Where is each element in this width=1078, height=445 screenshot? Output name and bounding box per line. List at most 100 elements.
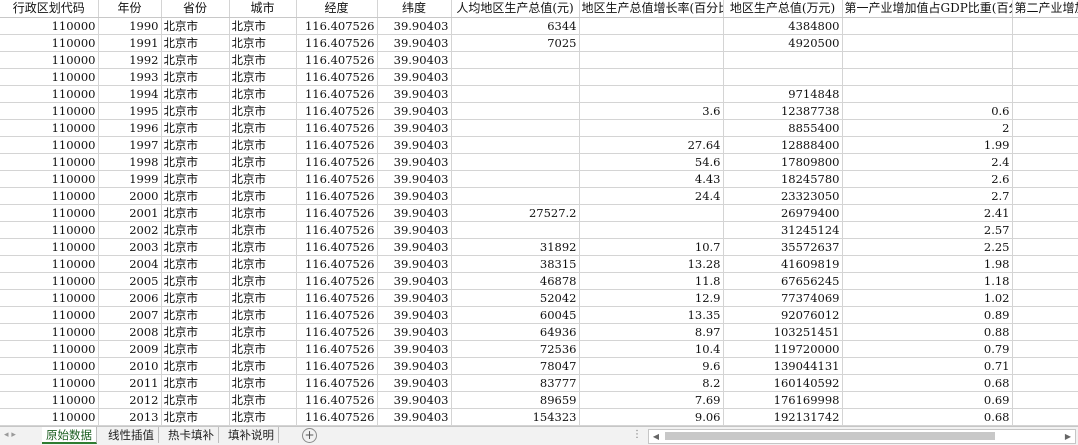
table-cell[interactable]: 北京市 — [161, 374, 230, 392]
table-cell[interactable]: 北京市 — [229, 306, 297, 324]
sheet-nav-arrows-icon[interactable]: ◂ ▸ — [4, 430, 32, 440]
table-cell[interactable]: 110000 — [0, 119, 99, 137]
table-cell[interactable]: 3.6 — [579, 102, 724, 120]
table-cell[interactable]: 0.68 — [842, 408, 1013, 426]
table-cell[interactable]: 39.90403 — [377, 238, 452, 256]
table-cell[interactable] — [451, 102, 580, 120]
table-cell[interactable]: 6344 — [451, 17, 580, 35]
table-cell[interactable]: 39.90403 — [377, 357, 452, 375]
table-cell[interactable]: 116.407526 — [296, 289, 378, 307]
table-cell[interactable]: 110000 — [0, 51, 99, 69]
table-cell[interactable] — [451, 136, 580, 154]
table-cell[interactable]: 北京市 — [229, 272, 297, 290]
table-cell[interactable] — [1012, 187, 1078, 205]
table-cell[interactable]: 110000 — [0, 357, 99, 375]
table-cell[interactable] — [451, 221, 580, 239]
table-cell[interactable]: 2.41 — [842, 204, 1013, 222]
table-cell[interactable]: 39.90403 — [377, 136, 452, 154]
table-cell[interactable]: 26979400 — [723, 204, 843, 222]
table-cell[interactable] — [579, 51, 724, 69]
table-cell[interactable]: 12387738 — [723, 102, 843, 120]
column-header[interactable]: 人均地区生产总值(元) — [451, 0, 580, 18]
table-cell[interactable]: 78047 — [451, 357, 580, 375]
tab-hot-deck-imputation[interactable]: 热卡填补 — [164, 427, 219, 443]
table-cell[interactable]: 北京市 — [229, 238, 297, 256]
table-cell[interactable] — [1012, 272, 1078, 290]
table-cell[interactable]: 1.18 — [842, 272, 1013, 290]
table-cell[interactable]: 1998 — [98, 153, 162, 171]
column-header[interactable]: 年份 — [98, 0, 162, 18]
table-cell[interactable]: 2.6 — [842, 170, 1013, 188]
table-cell[interactable] — [579, 221, 724, 239]
column-header[interactable]: 第二产业增加值 — [1012, 0, 1078, 18]
table-cell[interactable] — [1012, 153, 1078, 171]
table-cell[interactable] — [1012, 34, 1078, 52]
table-cell[interactable] — [451, 85, 580, 103]
table-cell[interactable] — [842, 85, 1013, 103]
table-cell[interactable]: 116.407526 — [296, 51, 378, 69]
table-cell[interactable] — [1012, 136, 1078, 154]
table-cell[interactable]: 9.6 — [579, 357, 724, 375]
table-cell[interactable]: 110000 — [0, 272, 99, 290]
table-cell[interactable]: 2010 — [98, 357, 162, 375]
table-cell[interactable]: 39.90403 — [377, 51, 452, 69]
tab-linear-interpolation[interactable]: 线性插值 — [104, 427, 159, 443]
table-cell[interactable] — [451, 187, 580, 205]
scroll-left-icon[interactable]: ◀ — [649, 430, 663, 443]
table-cell[interactable]: 北京市 — [161, 102, 230, 120]
table-cell[interactable] — [1012, 255, 1078, 273]
table-cell[interactable]: 北京市 — [229, 391, 297, 409]
table-cell[interactable]: 4920500 — [723, 34, 843, 52]
table-cell[interactable]: 2006 — [98, 289, 162, 307]
table-cell[interactable]: 39.90403 — [377, 408, 452, 426]
table-cell[interactable]: 北京市 — [161, 323, 230, 341]
table-cell[interactable]: 116.407526 — [296, 255, 378, 273]
table-cell[interactable]: 110000 — [0, 391, 99, 409]
table-cell[interactable] — [842, 51, 1013, 69]
table-cell[interactable]: 27527.2 — [451, 204, 580, 222]
table-cell[interactable]: 39.90403 — [377, 391, 452, 409]
table-cell[interactable] — [842, 17, 1013, 35]
table-cell[interactable]: 35572637 — [723, 238, 843, 256]
table-cell[interactable]: 10.7 — [579, 238, 724, 256]
horizontal-scrollbar[interactable]: ◀ ▶ — [648, 429, 1076, 444]
table-cell[interactable]: 2.57 — [842, 221, 1013, 239]
table-cell[interactable]: 北京市 — [161, 289, 230, 307]
table-cell[interactable]: 北京市 — [229, 255, 297, 273]
table-cell[interactable]: 11.8 — [579, 272, 724, 290]
table-cell[interactable]: 2008 — [98, 323, 162, 341]
table-cell[interactable]: 2.7 — [842, 187, 1013, 205]
table-cell[interactable]: 7025 — [451, 34, 580, 52]
table-cell[interactable]: 176169998 — [723, 391, 843, 409]
table-cell[interactable] — [1012, 17, 1078, 35]
table-cell[interactable]: 7.69 — [579, 391, 724, 409]
table-cell[interactable] — [579, 68, 724, 86]
table-cell[interactable] — [1012, 85, 1078, 103]
table-cell[interactable]: 1993 — [98, 68, 162, 86]
table-cell[interactable]: 13.28 — [579, 255, 724, 273]
table-cell[interactable]: 116.407526 — [296, 153, 378, 171]
table-cell[interactable]: 2013 — [98, 408, 162, 426]
table-cell[interactable] — [451, 170, 580, 188]
table-cell[interactable]: 116.407526 — [296, 340, 378, 358]
table-cell[interactable]: 北京市 — [161, 408, 230, 426]
table-cell[interactable]: 8.2 — [579, 374, 724, 392]
table-cell[interactable]: 1992 — [98, 51, 162, 69]
table-cell[interactable]: 北京市 — [161, 17, 230, 35]
table-cell[interactable]: 北京市 — [161, 85, 230, 103]
table-cell[interactable]: 1991 — [98, 34, 162, 52]
table-cell[interactable]: 110000 — [0, 34, 99, 52]
table-cell[interactable]: 116.407526 — [296, 136, 378, 154]
table-cell[interactable] — [579, 34, 724, 52]
table-cell[interactable] — [1012, 306, 1078, 324]
table-cell[interactable]: 39.90403 — [377, 170, 452, 188]
table-cell[interactable]: 116.407526 — [296, 272, 378, 290]
table-cell[interactable]: 67656245 — [723, 272, 843, 290]
table-cell[interactable]: 2.25 — [842, 238, 1013, 256]
table-cell[interactable]: 北京市 — [229, 357, 297, 375]
table-cell[interactable]: 39.90403 — [377, 34, 452, 52]
table-cell[interactable]: 0.89 — [842, 306, 1013, 324]
table-cell[interactable]: 24.4 — [579, 187, 724, 205]
table-cell[interactable]: 9714848 — [723, 85, 843, 103]
table-cell[interactable]: 北京市 — [229, 17, 297, 35]
